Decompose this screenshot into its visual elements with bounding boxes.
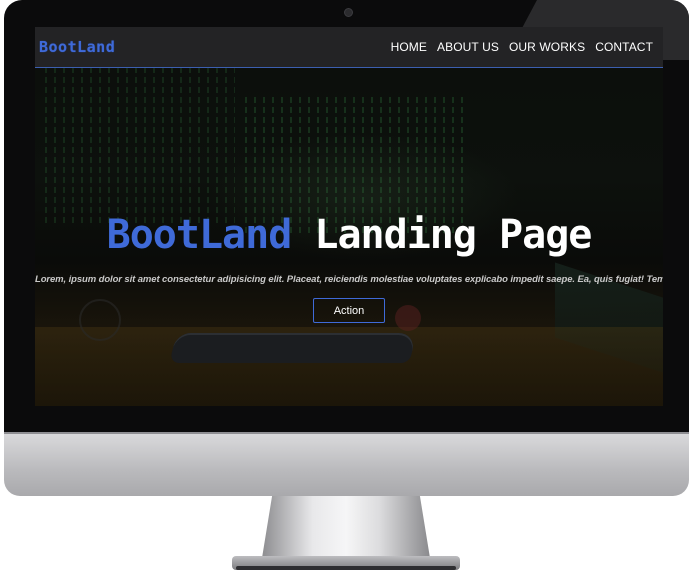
- imac-device-frame: BootLand HOME ABOUT US OUR WORKS CONTACT…: [0, 0, 691, 570]
- nav-link-home[interactable]: HOME: [391, 40, 427, 54]
- background-fan: [79, 299, 121, 341]
- hero-title-rest: Landing Page: [314, 212, 592, 258]
- hero-title: BootLand Landing Page: [35, 212, 663, 258]
- action-button[interactable]: Action: [313, 298, 385, 323]
- camera-icon: [344, 8, 353, 17]
- brand-logo[interactable]: BootLand: [39, 38, 115, 56]
- hero-title-brand: BootLand: [106, 212, 293, 258]
- device-stand-shadow: [236, 566, 456, 570]
- background-monitor-left: [45, 67, 235, 227]
- navbar: BootLand HOME ABOUT US OUR WORKS CONTACT: [35, 27, 663, 68]
- background-lamp: [395, 305, 421, 331]
- device-chin: [4, 432, 689, 496]
- nav-link-about-us[interactable]: ABOUT US: [437, 40, 499, 54]
- background-keyboard: [169, 333, 417, 363]
- screen-bezel: BootLand HOME ABOUT US OUR WORKS CONTACT…: [4, 0, 689, 432]
- website-screen: BootLand HOME ABOUT US OUR WORKS CONTACT…: [35, 27, 663, 406]
- device-stand-neck: [262, 496, 430, 558]
- nav-links: HOME ABOUT US OUR WORKS CONTACT: [391, 40, 653, 54]
- nav-link-contact[interactable]: CONTACT: [595, 40, 653, 54]
- hero-subtitle: Lorem, ipsum dolor sit amet consectetur …: [35, 274, 663, 285]
- nav-link-our-works[interactable]: OUR WORKS: [509, 40, 585, 54]
